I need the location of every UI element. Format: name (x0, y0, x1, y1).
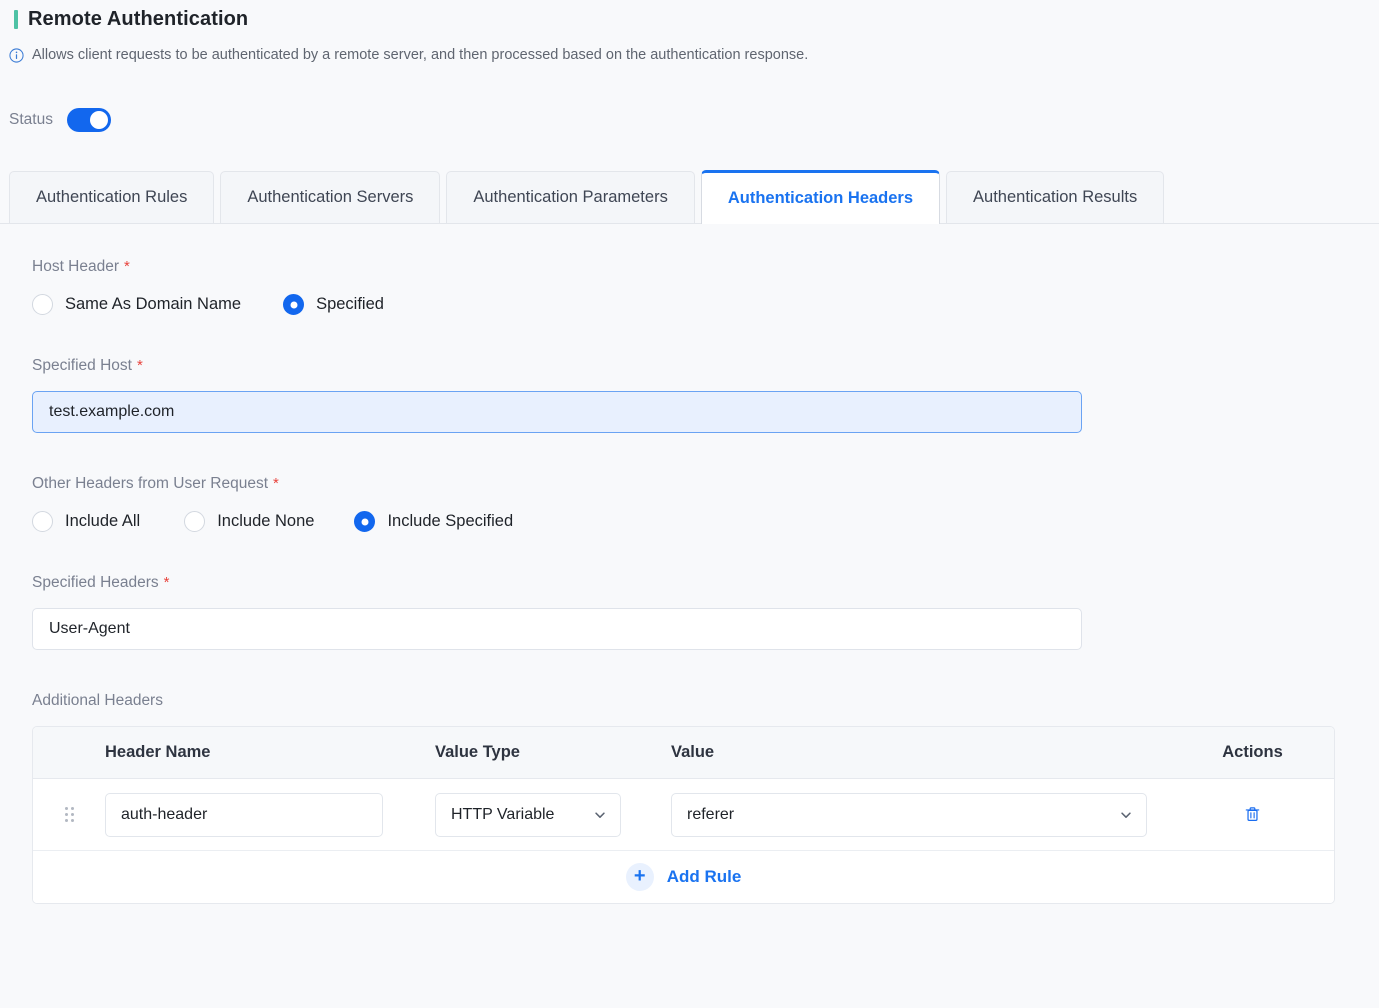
add-rule-row: + Add Rule (33, 851, 1334, 903)
row-value-type-cell: HTTP Variable (435, 792, 671, 837)
required-marker: * (273, 475, 279, 492)
radio-label: Include None (217, 512, 315, 530)
radio-label: Include Specified (387, 512, 514, 530)
specified-headers-input[interactable]: User-Agent (32, 608, 1082, 650)
row-header-name-cell: auth-header (105, 792, 435, 837)
host-header-label: Host Header (32, 258, 120, 275)
drag-handle-icon[interactable] (64, 807, 74, 822)
column-header-value-type: Value Type (435, 743, 520, 761)
specified-host-label-row: Specified Host * (32, 357, 1379, 375)
value-type-value: HTTP Variable (451, 805, 555, 823)
required-marker: * (124, 258, 130, 275)
radio-circle-icon (184, 511, 206, 532)
add-rule-button[interactable]: + Add Rule (625, 863, 742, 891)
row-actions-cell (1171, 805, 1334, 824)
radio-include-none[interactable]: Include None (184, 511, 314, 532)
tab-label: Authentication Results (973, 188, 1138, 206)
column-header-header-name: Header Name (105, 743, 211, 761)
radio-include-all[interactable]: Include All (32, 511, 140, 532)
tab-label: Authentication Headers (727, 189, 914, 207)
status-toggle-knob (89, 111, 108, 129)
host-header-label-row: Host Header * (32, 258, 1379, 276)
row-drag-cell (33, 807, 105, 822)
chevron-down-icon (593, 808, 607, 822)
header-name-input[interactable]: auth-header (105, 792, 383, 837)
tab-authentication-headers[interactable]: Authentication Headers (700, 170, 941, 224)
additional-headers-label: Additional Headers (32, 692, 163, 709)
plus-icon: + (625, 863, 654, 891)
other-headers-label-row: Other Headers from User Request * (32, 475, 1379, 493)
value-type-select[interactable]: HTTP Variable (435, 792, 621, 837)
specified-host-value: test.example.com (49, 403, 175, 420)
radio-circle-selected-icon (283, 294, 305, 315)
tab-authentication-results[interactable]: Authentication Results (946, 171, 1165, 223)
radio-specified[interactable]: Specified (283, 294, 384, 315)
status-toggle[interactable] (66, 108, 111, 132)
host-header-radio-group: Same As Domain Name Specified (32, 294, 1379, 315)
radio-circle-selected-icon (354, 511, 376, 532)
specified-host-label: Specified Host (32, 357, 132, 374)
remote-authentication-page: Remote Authentication Allows client requ… (0, 0, 1379, 1008)
required-marker: * (136, 357, 143, 374)
status-label: Status (9, 111, 53, 128)
table-header-row: Header Name Value Type Value Actions (33, 727, 1334, 779)
specified-headers-value: User-Agent (49, 620, 130, 637)
table-row: auth-header HTTP Variable referer (33, 779, 1334, 851)
tab-label: Authentication Parameters (473, 188, 668, 206)
tab-authentication-servers[interactable]: Authentication Servers (220, 171, 441, 223)
tab-authentication-rules[interactable]: Authentication Rules (9, 171, 215, 223)
add-rule-label: Add Rule (666, 867, 742, 886)
tab-label: Authentication Rules (36, 188, 188, 206)
trash-icon[interactable] (1243, 805, 1262, 824)
radio-same-as-domain-name[interactable]: Same As Domain Name (32, 294, 241, 315)
tab-authentication-parameters[interactable]: Authentication Parameters (446, 171, 695, 223)
column-header-actions: Actions (1222, 743, 1283, 761)
page-title: Remote Authentication (28, 7, 249, 30)
radio-label: Same As Domain Name (65, 295, 242, 313)
radio-label: Specified (316, 295, 384, 313)
info-circle-icon (9, 48, 24, 63)
other-headers-radio-group: Include All Include None Include Specifi… (32, 511, 1379, 532)
specified-headers-label: Specified Headers (32, 574, 159, 591)
chevron-down-icon (1119, 808, 1133, 822)
tab-label: Authentication Servers (247, 188, 414, 206)
specified-headers-label-row: Specified Headers * (32, 574, 1379, 592)
header-name-value: auth-header (121, 805, 208, 823)
page-description: Allows client requests to be authenticat… (0, 46, 1379, 64)
specified-host-input[interactable]: test.example.com (32, 391, 1082, 433)
title-accent-bar (14, 9, 18, 29)
page-header: Remote Authentication (0, 2, 1379, 36)
value-select-value: referer (687, 805, 735, 823)
radio-label: Include All (65, 512, 141, 530)
other-headers-label: Other Headers from User Request (32, 475, 269, 492)
tab-panel-authentication-headers: Host Header * Same As Domain Name Specifi… (0, 258, 1379, 904)
additional-headers-table: Header Name Value Type Value Actions aut… (32, 726, 1335, 904)
page-description-text: Allows client requests to be authenticat… (32, 47, 809, 63)
required-marker: * (163, 574, 170, 591)
radio-circle-icon (32, 294, 53, 315)
radio-circle-icon (32, 511, 53, 532)
tab-bar: Authentication Rules Authentication Serv… (0, 166, 1379, 224)
status-row: Status (0, 108, 1379, 132)
radio-include-specified[interactable]: Include Specified (354, 511, 513, 532)
row-value-cell: referer (671, 792, 1171, 837)
value-select[interactable]: referer (671, 792, 1147, 837)
column-header-value: Value (671, 743, 715, 761)
